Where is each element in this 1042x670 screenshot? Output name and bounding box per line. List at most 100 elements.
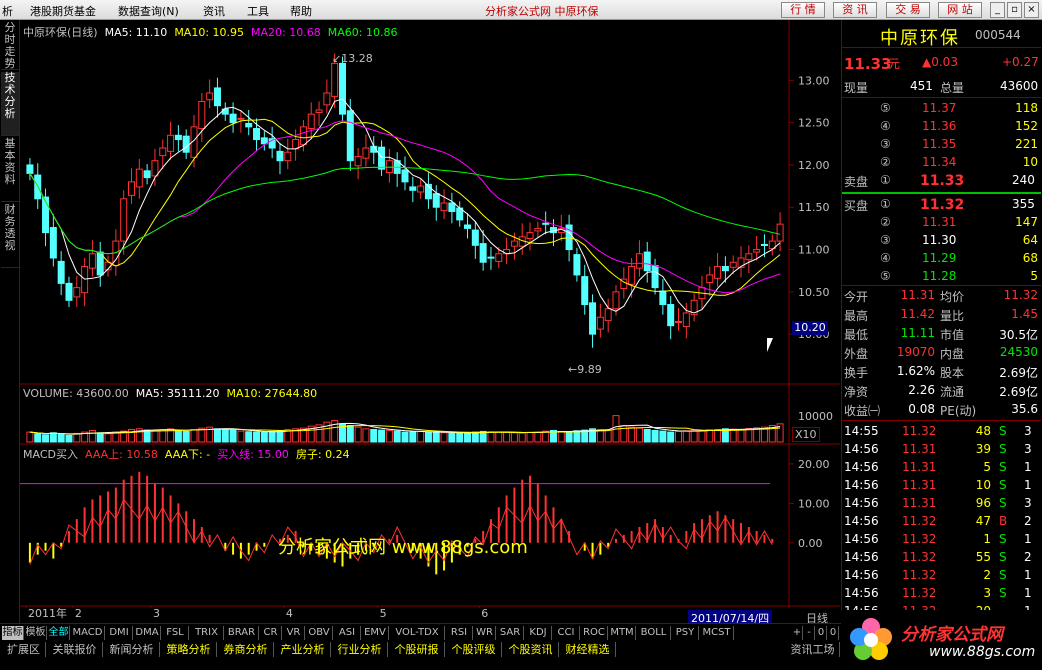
tick-time: 14:56 <box>844 514 879 528</box>
stat-value: 11.11 <box>900 326 935 340</box>
tick-time: 14:56 <box>844 496 879 510</box>
stat-value: 11.31 <box>900 288 935 302</box>
indicator-tab[interactable]: BOLL <box>637 626 671 640</box>
extension-tab[interactable]: 策略分析 <box>161 642 217 657</box>
candle-body <box>307 113 315 130</box>
bid-level: ③ 11.30 64 <box>842 232 1041 250</box>
candle-body <box>706 274 714 284</box>
zoom-control[interactable]: - <box>804 626 815 640</box>
menu-item[interactable]: 资讯 <box>203 3 225 19</box>
extension-tab[interactable]: 个股研报 <box>389 642 445 657</box>
volume-bar <box>245 431 253 443</box>
indicator-tab[interactable]: MCST <box>700 626 734 640</box>
ask-level-num: ⑤ <box>880 101 891 115</box>
indicator-tab[interactable]: ASI <box>334 626 361 640</box>
indicator-tab[interactable]: MTM <box>609 626 636 640</box>
minimize-icon[interactable]: _ <box>990 2 1005 18</box>
date-tick-label: 2 <box>75 607 82 620</box>
tick-volume: 96 <box>975 496 991 510</box>
restore-icon[interactable]: ▫ <box>1007 2 1022 18</box>
indicator-tab[interactable]: 全部 <box>48 626 70 640</box>
indicator-tab[interactable]: 指标 <box>2 626 24 640</box>
volume-bar <box>573 430 581 443</box>
info-workshop-tab[interactable]: 资讯工场 <box>786 642 840 657</box>
indicator-tab[interactable]: FSL <box>162 626 189 640</box>
tick-count: 1 <box>1024 478 1032 492</box>
extension-tab[interactable]: 行业分析 <box>332 642 388 657</box>
indicator-tab[interactable]: PSY <box>672 626 699 640</box>
bid-price: 11.32 <box>920 197 965 213</box>
indicator-tab[interactable]: MACD <box>71 626 105 640</box>
indicator-tab[interactable]: VR <box>283 626 305 640</box>
indicator-tab[interactable]: BRAR <box>225 626 259 640</box>
volume-bar <box>260 431 268 443</box>
price-tick-label: 12.50 <box>798 117 830 130</box>
indicator-tab[interactable]: EMV <box>362 626 389 640</box>
extension-tab[interactable]: 券商分析 <box>218 642 274 657</box>
tab-intraday[interactable]: 分时走势 <box>1 22 19 70</box>
volume-bar <box>448 432 456 443</box>
website-button[interactable]: 网 站 <box>938 2 982 18</box>
indicator-tab[interactable]: WR <box>474 626 496 640</box>
tick-price: 11.31 <box>902 442 937 456</box>
extension-tab[interactable]: 新闻分析 <box>104 642 160 657</box>
candle-body <box>237 117 245 120</box>
indicator-tab[interactable]: ROC <box>581 626 608 640</box>
candle-body <box>299 126 307 146</box>
menu-item[interactable]: 帮助 <box>290 3 312 19</box>
kline-chart-area[interactable]: 13.00 12.50 12.00 11.50 11.00 10.50 10.00 10000… <box>20 20 840 626</box>
tab-technical[interactable]: 技术分析 <box>1 72 19 136</box>
indicator-tab[interactable]: 模板 <box>25 626 47 640</box>
close-icon[interactable]: × <box>1024 2 1039 18</box>
volume-bar <box>104 433 112 443</box>
volume-tick-label: 10000 <box>798 410 833 423</box>
zoom-control[interactable]: 0 <box>828 626 839 640</box>
extension-tab[interactable]: 产业分析 <box>275 642 331 657</box>
tick-volume: 39 <box>975 442 991 456</box>
zoom-control[interactable]: 0 <box>816 626 827 640</box>
indicator-tab[interactable]: DMA <box>134 626 161 640</box>
menu-item[interactable]: 析 <box>2 3 13 19</box>
indicator-tab[interactable]: CR <box>260 626 282 640</box>
macd-tick-label: 20.00 <box>798 458 830 471</box>
extension-tab[interactable]: 关联报价 <box>47 642 103 657</box>
indicator-tab[interactable]: SAR <box>497 626 524 640</box>
volume-bar <box>401 431 409 443</box>
extension-tab[interactable]: 个股资讯 <box>503 642 559 657</box>
trade-button[interactable]: 交 易 <box>886 2 930 18</box>
indicator-tab[interactable]: CCI <box>553 626 580 640</box>
price-tick-label: 11.50 <box>798 201 830 214</box>
stat-label: 量比 <box>940 309 965 323</box>
candle-body <box>417 185 425 193</box>
menu-item[interactable]: 工具 <box>247 3 269 19</box>
indicator-tab[interactable]: DMI <box>106 626 133 640</box>
quote-button[interactable]: 行 情 <box>781 2 825 18</box>
extension-tab[interactable]: 个股评级 <box>446 642 502 657</box>
zoom-control[interactable]: + <box>792 626 803 640</box>
extension-tab[interactable]: 扩展区 <box>2 642 46 657</box>
menu-item[interactable]: 数据查询(N) <box>118 3 179 19</box>
tab-fundamentals[interactable]: 基本资料 <box>1 138 19 202</box>
indicator-tab[interactable]: OBV <box>306 626 333 640</box>
extension-tab[interactable]: 财经精选 <box>560 642 616 657</box>
last-price: 11.33 <box>844 55 892 73</box>
menu-item[interactable]: 港股期货基金 <box>30 3 96 19</box>
indicator-tab[interactable]: RSI <box>446 626 473 640</box>
volume-bar <box>88 429 96 443</box>
tab-financials[interactable]: 财务透视 <box>1 204 19 268</box>
news-button[interactable]: 资 讯 <box>833 2 877 18</box>
indicator-tab[interactable]: TRIX <box>190 626 224 640</box>
indicator-tab[interactable]: KDJ <box>525 626 552 640</box>
tick-time: 14:56 <box>844 478 879 492</box>
indicator-tab[interactable]: VOL-TDX <box>390 626 445 640</box>
ask-level: ③ 11.35 221 <box>842 136 1041 154</box>
candle-body <box>338 62 346 115</box>
volume-bar <box>698 429 706 443</box>
volume-bar <box>675 430 683 443</box>
tick-time: 14:56 <box>844 460 879 474</box>
ask-price: 11.33 <box>920 173 965 189</box>
tick-row: 14:56 11.32 3 S 1 <box>842 585 1041 603</box>
ask-price: 11.35 <box>922 137 957 151</box>
volume-bar <box>354 426 362 443</box>
price-tick-label: 11.00 <box>798 244 830 257</box>
